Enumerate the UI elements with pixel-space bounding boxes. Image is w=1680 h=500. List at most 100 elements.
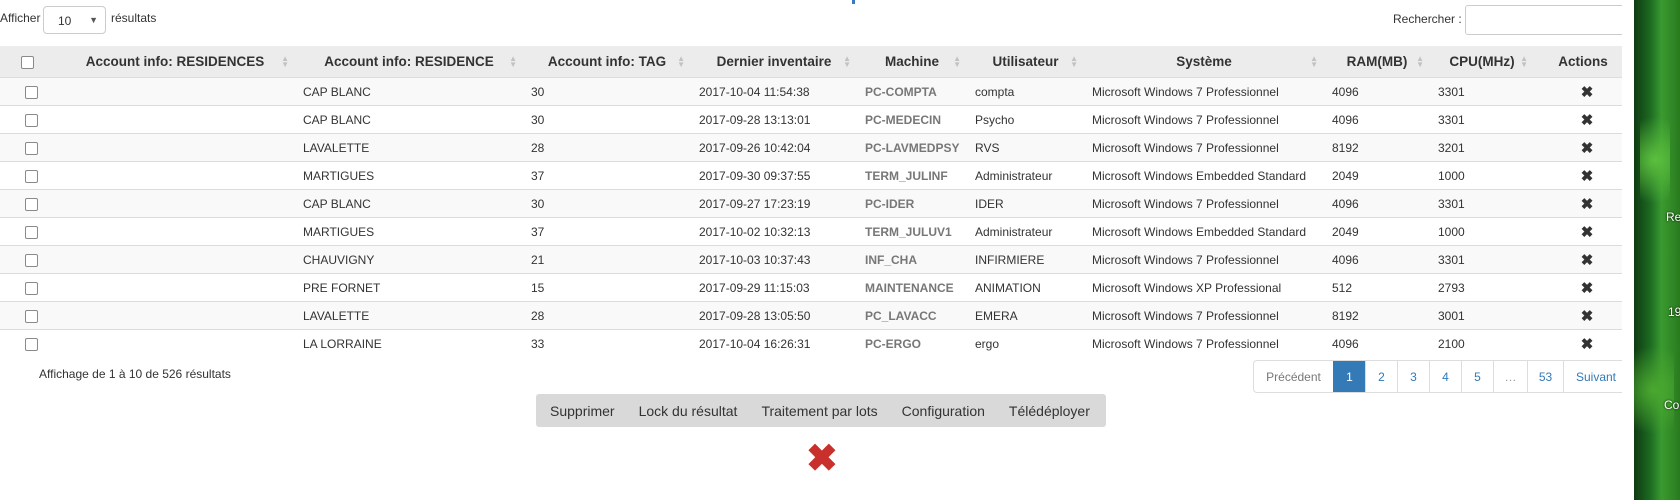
cell-machine[interactable]: MAINTENANCE	[857, 273, 967, 302]
cell-residences	[55, 301, 295, 330]
bulk-actions-bar: Supprimer Lock du résultat Traitement pa…	[536, 394, 1106, 427]
table-row: MARTIGUES 37 2017-10-02 10:32:13 TERM_JULUV…	[0, 217, 1632, 246]
col-header-systeme[interactable]: Système ▲ ▼	[1084, 46, 1324, 78]
pagination-page-2[interactable]: 2	[1365, 361, 1397, 392]
cell-machine[interactable]: TERM_JULINF	[857, 161, 967, 190]
row-checkbox[interactable]	[25, 225, 38, 239]
table-row: CAP BLANC 30 2017-09-28 13:13:01 PC-MEDECIN…	[0, 105, 1632, 134]
pagination-page-3[interactable]: 3	[1397, 361, 1429, 392]
cell-cpu: 2100	[1430, 329, 1534, 357]
cell-residences	[55, 329, 295, 357]
cell-systeme: Microsoft Windows Embedded Standard	[1084, 161, 1324, 190]
col-header-tag[interactable]: Account info: TAG ▲ ▼	[523, 46, 691, 78]
table-row: CAP BLANC 30 2017-09-27 17:23:19 PC-IDER IDE…	[0, 189, 1632, 218]
row-checkbox-cell[interactable]	[0, 105, 55, 134]
chevron-down-icon: ▼	[89, 15, 98, 25]
close-icon[interactable]: ✖	[1581, 83, 1594, 101]
close-icon[interactable]: ✖	[1581, 195, 1594, 213]
row-checkbox-cell[interactable]	[0, 245, 55, 274]
cell-inventaire: 2017-09-28 13:13:01	[691, 105, 857, 134]
row-checkbox[interactable]	[25, 281, 38, 295]
pagination-page-5[interactable]: 5	[1461, 361, 1493, 392]
close-icon[interactable]: ✖	[1581, 139, 1594, 157]
cell-machine[interactable]: TERM_JULUV1	[857, 217, 967, 246]
cell-utilisateur: ANIMATION	[967, 273, 1084, 302]
row-actions: ✖	[1534, 301, 1632, 330]
cell-machine[interactable]: PC-ERGO	[857, 329, 967, 357]
cell-tag: 33	[523, 329, 691, 357]
length-select[interactable]: 10 ▼	[43, 6, 106, 34]
col-header-utilisateur[interactable]: Utilisateur ▲ ▼	[967, 46, 1084, 78]
cell-machine[interactable]: PC-LAVMEDPSY	[857, 133, 967, 162]
cell-machine[interactable]: PC_LAVACC	[857, 301, 967, 330]
cell-tag: 21	[523, 245, 691, 274]
row-checkbox-cell[interactable]	[0, 189, 55, 218]
pagination-prev[interactable]: Précédent	[1254, 361, 1333, 392]
row-checkbox[interactable]	[25, 253, 38, 267]
row-checkbox-cell[interactable]	[0, 301, 55, 330]
cell-systeme: Microsoft Windows 7 Professionnel	[1084, 105, 1324, 134]
action-configuration[interactable]: Configuration	[902, 403, 985, 419]
row-checkbox[interactable]	[25, 309, 38, 323]
close-icon[interactable]: ✖	[1581, 251, 1594, 269]
close-icon[interactable]: ✖	[1581, 223, 1594, 241]
cell-ram: 2049	[1324, 161, 1430, 190]
close-icon[interactable]: ✖	[1581, 111, 1594, 129]
sort-icon: ▲ ▼	[1070, 54, 1078, 69]
cell-inventaire: 2017-10-04 16:26:31	[691, 329, 857, 357]
col-header-residences[interactable]: Account info: RESIDENCES ▲ ▼	[55, 46, 295, 78]
cell-cpu: 3301	[1430, 77, 1534, 106]
row-checkbox-cell[interactable]	[0, 329, 55, 357]
action-traitement[interactable]: Traitement par lots	[761, 403, 877, 419]
cell-ram: 4096	[1324, 189, 1430, 218]
pagination-page-1[interactable]: 1	[1333, 361, 1365, 392]
row-checkbox-cell[interactable]	[0, 217, 55, 246]
cell-residences	[55, 245, 295, 274]
col-header-inventaire[interactable]: Dernier inventaire ▲ ▼	[691, 46, 857, 78]
cell-machine[interactable]: INF_CHA	[857, 245, 967, 274]
row-checkbox[interactable]	[25, 85, 38, 99]
row-checkbox-cell[interactable]	[0, 161, 55, 190]
sort-icon: ▲ ▼	[509, 54, 517, 69]
cell-machine[interactable]: PC-MEDECIN	[857, 105, 967, 134]
close-icon[interactable]: ✖	[1581, 307, 1594, 325]
cell-cpu: 1000	[1430, 217, 1534, 246]
sort-icon: ▲ ▼	[1310, 54, 1318, 69]
row-checkbox-cell[interactable]	[0, 273, 55, 302]
action-supprimer[interactable]: Supprimer	[550, 403, 615, 419]
close-icon[interactable]: ✖	[1581, 167, 1594, 185]
cell-residences	[55, 217, 295, 246]
pagination-next[interactable]: Suivant	[1563, 361, 1628, 392]
cell-machine[interactable]: PC-IDER	[857, 189, 967, 218]
cell-residences	[55, 273, 295, 302]
select-all-checkbox[interactable]	[21, 55, 34, 69]
row-checkbox-cell[interactable]	[0, 77, 55, 106]
col-header-ram[interactable]: RAM(MB) ▲ ▼	[1324, 46, 1430, 78]
row-checkbox[interactable]	[25, 141, 38, 155]
row-checkbox[interactable]	[25, 169, 38, 183]
length-select-value: 10	[58, 14, 72, 28]
col-header-cpu[interactable]: CPU(MHz) ▲ ▼	[1430, 46, 1534, 78]
cell-ram: 4096	[1324, 329, 1430, 357]
select-all-checkbox-cell[interactable]	[0, 46, 55, 78]
col-header-residence[interactable]: Account info: RESIDENCE ▲ ▼	[295, 46, 523, 78]
pagination-page-53[interactable]: 53	[1527, 361, 1563, 392]
cell-residences	[55, 77, 295, 106]
cell-utilisateur: EMERA	[967, 301, 1084, 330]
cell-machine[interactable]: PC-COMPTA	[857, 77, 967, 106]
close-icon[interactable]: ✖	[806, 440, 838, 478]
cell-cpu: 1000	[1430, 161, 1534, 190]
row-checkbox[interactable]	[25, 113, 38, 127]
search-input[interactable]	[1465, 5, 1634, 35]
row-checkbox-cell[interactable]	[0, 133, 55, 162]
close-icon[interactable]: ✖	[1581, 335, 1594, 353]
cell-residence: CHAUVIGNY	[295, 245, 523, 274]
close-icon[interactable]: ✖	[1581, 279, 1594, 297]
pagination-page-4[interactable]: 4	[1429, 361, 1461, 392]
col-header-machine[interactable]: Machine ▲ ▼	[857, 46, 967, 78]
action-teledeployer[interactable]: Télédéployer	[1009, 403, 1090, 419]
row-checkbox[interactable]	[25, 197, 38, 211]
table-header-row: Account info: RESIDENCES ▲ ▼ Account info:…	[0, 46, 1632, 78]
row-checkbox[interactable]	[25, 337, 38, 351]
action-lock[interactable]: Lock du résultat	[639, 403, 738, 419]
